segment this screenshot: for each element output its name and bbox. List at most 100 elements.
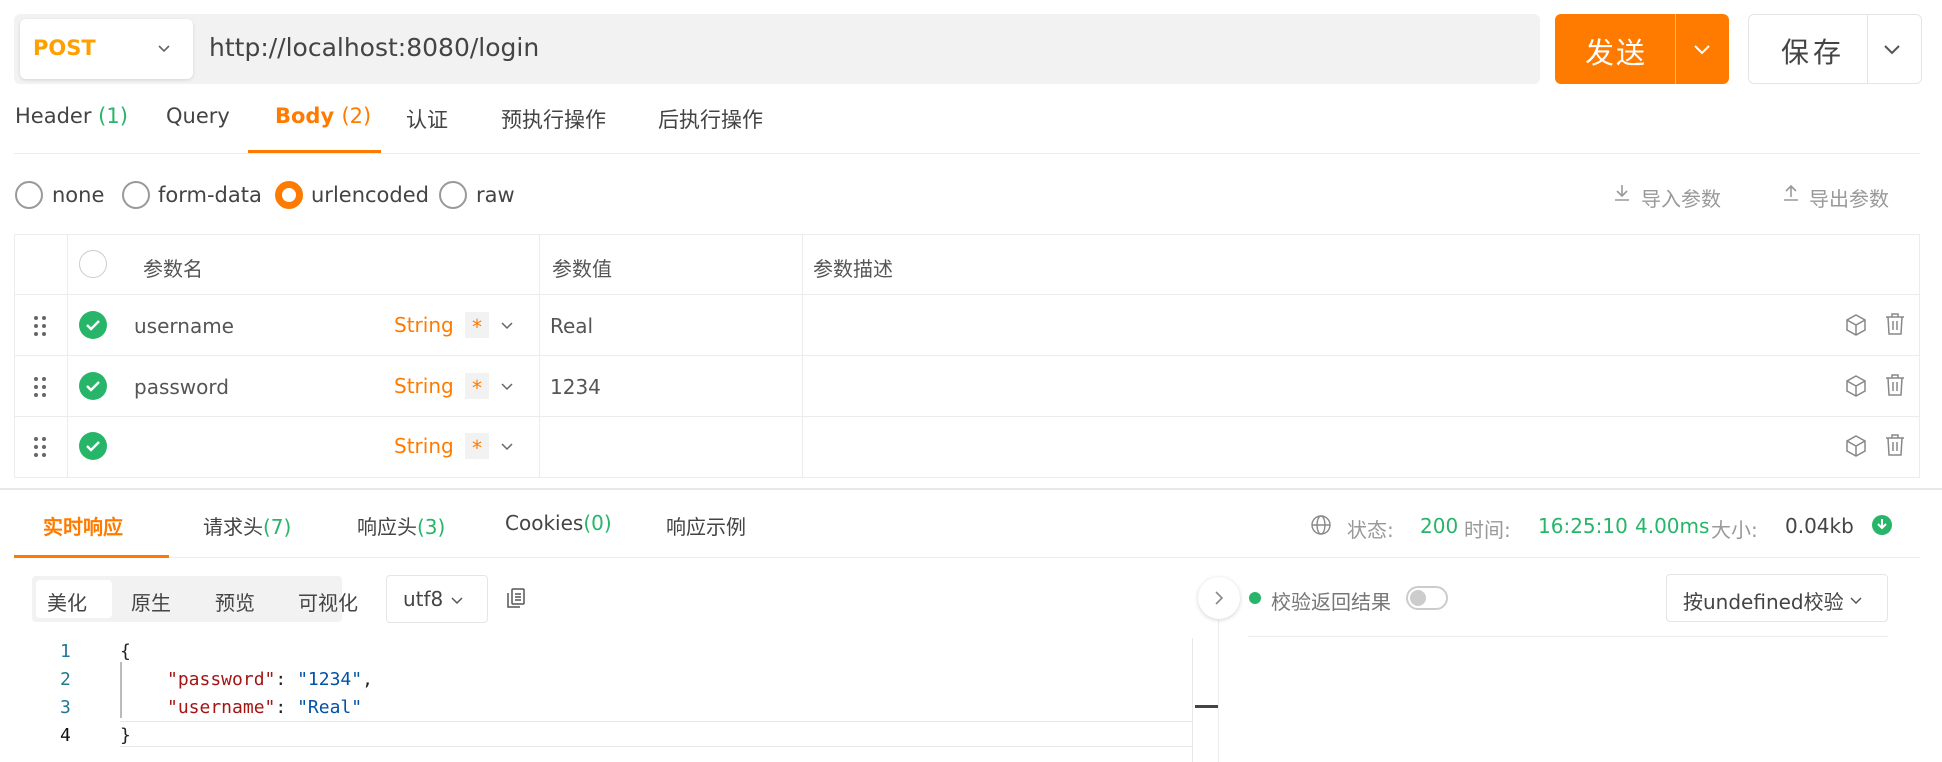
tab-response-examples[interactable]: 响应示例 [666, 511, 746, 540]
encoding-value[interactable]: utf8 [403, 587, 443, 611]
col-divider [67, 234, 68, 478]
cube-icon[interactable] [1844, 374, 1868, 398]
check-circle-icon[interactable] [79, 311, 107, 339]
status-code: 200 [1420, 514, 1459, 538]
header-param-desc: 参数描述 [813, 257, 893, 281]
editor-minimap[interactable] [1192, 638, 1218, 762]
upload-icon[interactable] [1781, 183, 1801, 203]
chevron-down-icon[interactable] [1691, 38, 1713, 60]
response-size: 0.04kb [1785, 514, 1854, 538]
row-divider [14, 355, 1920, 356]
tab-response-headers[interactable]: 响应头(3) [357, 511, 445, 540]
tab-cookies[interactable]: Cookies(0) [505, 511, 612, 535]
trash-icon[interactable] [1884, 433, 1906, 457]
chevron-down-icon[interactable] [1881, 38, 1903, 60]
trash-icon[interactable] [1884, 373, 1906, 397]
validation-status-dot [1249, 592, 1261, 604]
col-divider [539, 234, 540, 478]
view-visualize[interactable]: 可视化 [298, 587, 358, 616]
required-marker[interactable]: * [465, 433, 489, 460]
save-button-label[interactable]: 保存 [1781, 31, 1845, 71]
globe-icon[interactable] [1310, 514, 1332, 536]
row-divider [14, 416, 1920, 417]
tabs-divider [14, 557, 1920, 558]
radio-none-label[interactable]: none [52, 183, 104, 207]
panel-divider[interactable] [0, 488, 1942, 490]
select-all-checkbox[interactable] [79, 250, 107, 278]
param-type[interactable]: String [394, 313, 454, 337]
tab-live-response[interactable]: 实时响应 [43, 511, 123, 540]
chevron-down-icon[interactable] [500, 439, 514, 453]
param-name[interactable]: username [134, 314, 234, 338]
param-name[interactable]: password [134, 375, 229, 399]
cube-icon[interactable] [1844, 313, 1868, 337]
trash-icon[interactable] [1884, 312, 1906, 336]
header-param-name: 参数名 [143, 257, 203, 281]
response-time: 16:25:10 [1538, 514, 1628, 538]
tab-header[interactable]: Header (1) [15, 104, 128, 128]
param-value[interactable]: Real [550, 314, 593, 338]
param-value[interactable]: 1234 [550, 375, 601, 399]
code-close-brace: } [120, 725, 131, 746]
chevron-down-icon[interactable] [1849, 593, 1863, 607]
tab-query[interactable]: Query [166, 104, 230, 128]
tab-auth[interactable]: 认证 [406, 104, 448, 134]
toggle-knob[interactable] [1410, 590, 1426, 606]
chevron-down-icon[interactable] [450, 593, 464, 607]
check-circle-icon[interactable] [79, 372, 107, 400]
tab-pre-script[interactable]: 预执行操作 [501, 104, 606, 134]
validation-label: 校验返回结果 [1271, 590, 1391, 614]
check-circle-icon[interactable] [79, 432, 107, 460]
response-duration: 4.00ms [1635, 514, 1710, 538]
chevron-down-icon[interactable] [156, 40, 172, 56]
export-params-button[interactable]: 导出参数 [1809, 183, 1889, 212]
tabs-divider [14, 153, 1920, 154]
radio-urlencoded-label[interactable]: urlencoded [311, 183, 429, 207]
required-marker[interactable]: * [465, 373, 489, 400]
chevron-down-icon[interactable] [500, 379, 514, 393]
tab-post-script[interactable]: 后执行操作 [658, 104, 763, 134]
code-line: "password": "1234", [167, 669, 373, 690]
view-preview[interactable]: 预览 [215, 587, 255, 616]
current-line-highlight [120, 721, 1192, 722]
code-open-brace: { [120, 641, 131, 662]
validation-mode-value[interactable]: 按undefined校验 [1683, 586, 1844, 615]
tab-request-headers[interactable]: 请求头(7) [203, 511, 291, 540]
header-param-value: 参数值 [552, 257, 612, 281]
download-icon[interactable] [1612, 183, 1632, 203]
view-raw[interactable]: 原生 [131, 587, 171, 616]
required-marker[interactable]: * [465, 312, 489, 339]
save-divider [1867, 14, 1868, 84]
cube-icon[interactable] [1844, 434, 1868, 458]
params-table [14, 234, 1920, 478]
row-divider [14, 294, 1920, 295]
drag-handle-icon[interactable] [33, 376, 47, 398]
send-button-label[interactable]: 发送 [1585, 30, 1647, 72]
drag-handle-icon[interactable] [33, 315, 47, 337]
chevron-down-icon[interactable] [500, 318, 514, 332]
active-tab-indicator [248, 150, 381, 153]
drag-handle-icon[interactable] [33, 436, 47, 458]
view-beautify[interactable]: 美化 [47, 587, 87, 616]
line-number: 4 [60, 725, 71, 746]
line-number: 3 [60, 697, 71, 718]
param-type[interactable]: String [394, 374, 454, 398]
radio-raw[interactable] [439, 181, 467, 209]
collapse-pane-button[interactable] [1198, 577, 1240, 619]
radio-form-data-label[interactable]: form-data [158, 183, 262, 207]
url-input[interactable]: http://localhost:8080/login [209, 33, 539, 62]
radio-none[interactable] [15, 181, 43, 209]
radio-raw-label[interactable]: raw [476, 183, 515, 207]
param-type[interactable]: String [394, 434, 454, 458]
download-circle-icon[interactable] [1871, 514, 1893, 536]
import-params-button[interactable]: 导入参数 [1641, 183, 1721, 212]
copy-icon[interactable] [506, 587, 526, 609]
tab-body[interactable]: Body (2) [275, 104, 371, 128]
col-divider [802, 234, 803, 478]
minimap-slider[interactable] [1195, 705, 1218, 708]
radio-urlencoded[interactable] [275, 181, 303, 209]
status-label: 状态: [1347, 518, 1394, 542]
indent-guide [120, 662, 122, 718]
active-tab-indicator [14, 555, 169, 558]
radio-form-data[interactable] [122, 181, 150, 209]
